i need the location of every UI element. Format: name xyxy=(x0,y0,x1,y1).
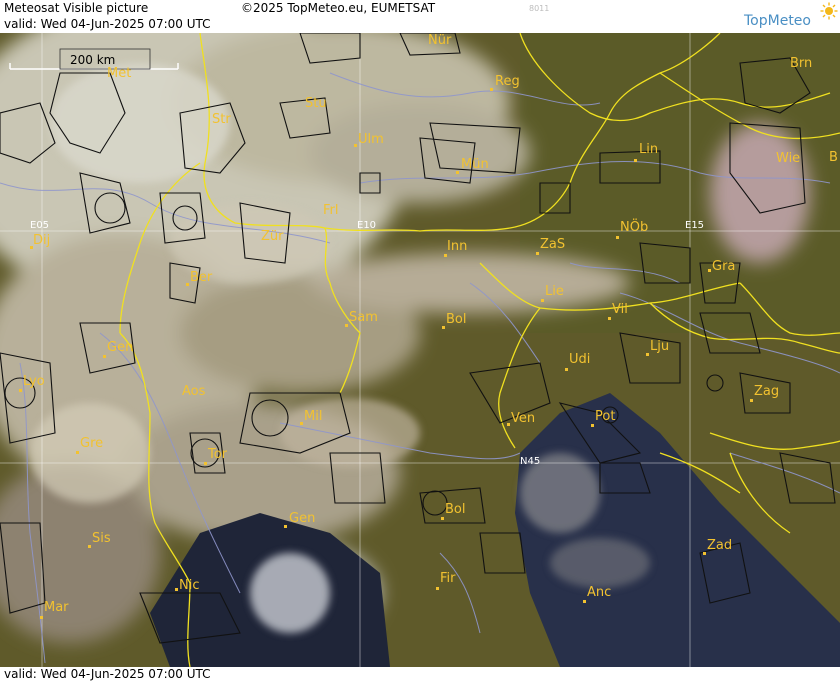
city-label[interactable]: Frl xyxy=(323,204,339,217)
city-label[interactable]: Stu xyxy=(305,97,327,110)
city-label[interactable]: Aos xyxy=(182,385,205,398)
city-label[interactable]: Lin xyxy=(639,143,658,156)
city-label[interactable]: Lie xyxy=(545,285,564,298)
city-label[interactable]: Wie xyxy=(776,152,800,165)
city-dot xyxy=(88,545,91,548)
city-dot xyxy=(750,399,753,402)
city-label[interactable]: Gen xyxy=(289,512,315,525)
city-label[interactable]: Gra xyxy=(712,260,735,273)
city-label[interactable]: Gen xyxy=(107,341,133,354)
copyright: ©2025 TopMeteo.eu, EUMETSAT xyxy=(241,1,436,15)
city-label[interactable]: Lyo xyxy=(23,375,45,388)
city-dot xyxy=(608,317,611,320)
city-label[interactable]: Nic xyxy=(179,579,199,592)
header-bar: Meteosat Visible picture valid: Wed 04-J… xyxy=(0,0,840,33)
city-dot xyxy=(703,552,706,555)
image-code: 8011 xyxy=(529,4,550,13)
city-label[interactable]: NÖb xyxy=(620,221,648,234)
city-label[interactable]: Pot xyxy=(595,410,615,423)
city-label[interactable]: Str xyxy=(212,113,231,126)
city-dot xyxy=(40,616,43,619)
city-label[interactable]: B xyxy=(829,151,838,164)
city-dot xyxy=(591,424,594,427)
city-dot xyxy=(284,525,287,528)
city-dot xyxy=(444,254,447,257)
valid-label: valid: xyxy=(4,667,37,681)
city-label[interactable]: Lju xyxy=(650,340,669,353)
city-label[interactable]: Udi xyxy=(569,353,590,366)
city-dot xyxy=(186,283,189,286)
city-label[interactable]: Inn xyxy=(447,240,467,253)
city-dot xyxy=(616,236,619,239)
city-dot xyxy=(354,144,357,147)
picture-title: Meteosat Visible picture xyxy=(4,1,149,15)
grid-label: E10 xyxy=(357,220,377,231)
city-label[interactable]: Zag xyxy=(754,385,779,398)
city-dot xyxy=(507,423,510,426)
city-dot xyxy=(76,451,79,454)
city-label[interactable]: Tor xyxy=(208,448,227,461)
city-label[interactable]: Bol xyxy=(446,313,466,326)
city-label[interactable]: Zad xyxy=(707,539,732,552)
valid-time: Wed 04-Jun-2025 07:00 UTC xyxy=(40,667,211,681)
valid-time: Wed 04-Jun-2025 07:00 UTC xyxy=(40,17,211,31)
valid-time-footer: valid: Wed 04-Jun-2025 07:00 UTC xyxy=(4,667,211,681)
city-label[interactable]: Met xyxy=(107,67,131,80)
city-dot xyxy=(175,588,178,591)
grid-label: N45 xyxy=(520,456,541,467)
city-label[interactable]: Zür xyxy=(261,230,284,243)
city-label[interactable]: Ber xyxy=(190,271,212,284)
city-label[interactable]: Ven xyxy=(511,412,535,425)
sun-logo-icon xyxy=(820,2,838,20)
city-label[interactable]: Sam xyxy=(349,311,378,324)
city-label[interactable]: Bol xyxy=(445,503,465,516)
city-dot xyxy=(436,587,439,590)
city-label[interactable]: Sis xyxy=(92,532,111,545)
city-label[interactable]: Dij xyxy=(33,234,50,247)
city-dot xyxy=(442,326,445,329)
city-dot xyxy=(634,159,637,162)
city-dot xyxy=(541,299,544,302)
footer-bar: valid: Wed 04-Jun-2025 07:00 UTC xyxy=(0,667,840,681)
city-label[interactable]: Mar xyxy=(44,601,69,614)
city-label[interactable]: Anc xyxy=(587,586,611,599)
city-dot xyxy=(583,600,586,603)
grid-label: E05 xyxy=(30,220,50,231)
valid-label: valid: xyxy=(4,17,37,31)
city-dot xyxy=(345,324,348,327)
city-dot xyxy=(646,353,649,356)
city-label[interactable]: Ulm xyxy=(358,133,384,146)
valid-time-header: valid: Wed 04-Jun-2025 07:00 UTC xyxy=(4,17,211,31)
city-label[interactable]: Nür xyxy=(428,34,451,47)
city-dot xyxy=(708,269,711,272)
city-dot xyxy=(300,422,303,425)
city-dot xyxy=(565,368,568,371)
city-label[interactable]: Fir xyxy=(440,572,456,585)
city-dot xyxy=(103,355,106,358)
city-dot xyxy=(19,389,22,392)
city-label[interactable]: Mün xyxy=(461,158,489,171)
city-dot xyxy=(490,88,493,91)
city-dot xyxy=(536,252,539,255)
city-label[interactable]: ZaS xyxy=(540,238,565,251)
city-label[interactable]: Vil xyxy=(612,303,628,316)
city-dot xyxy=(204,462,207,465)
city-label[interactable]: Reg xyxy=(495,75,520,88)
grid-label: E15 xyxy=(685,220,705,231)
scale-label: 200 km xyxy=(70,53,116,67)
city-label[interactable]: Gre xyxy=(80,437,103,450)
city-label[interactable]: Brn xyxy=(790,57,812,70)
city-label[interactable]: Mil xyxy=(304,410,322,423)
city-dot xyxy=(456,171,459,174)
satellite-map[interactable]: 200 km E05 E10 E15 N45 Met Nür Reg Brn S… xyxy=(0,33,840,667)
brand-logo[interactable]: TopMeteo xyxy=(744,13,811,29)
city-dot xyxy=(441,517,444,520)
